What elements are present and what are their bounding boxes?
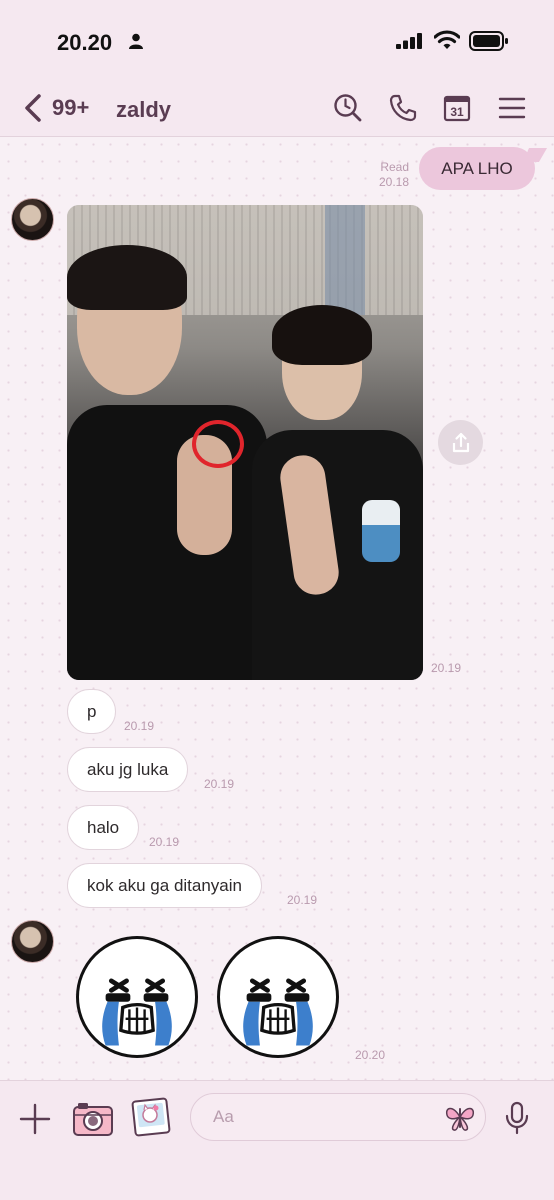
contact-avatar[interactable] — [11, 920, 54, 963]
chat-title[interactable]: zaldy — [116, 97, 171, 123]
gallery-icon[interactable] — [131, 1097, 171, 1137]
incoming-message-bubble[interactable]: p — [67, 689, 117, 734]
crying-sticker[interactable] — [217, 936, 339, 1058]
composer-bar — [0, 1080, 554, 1200]
message-text: APA LHO — [441, 158, 513, 178]
crying-face-icon — [243, 978, 313, 1046]
photo-red-circle-annotation — [192, 420, 244, 468]
message-input[interactable] — [190, 1093, 486, 1141]
chat-header: 99+ zaldy 31 — [0, 80, 554, 137]
status-time: 20.20 — [57, 30, 113, 55]
photo-person-left — [67, 245, 267, 680]
microphone-icon[interactable] — [504, 1101, 530, 1135]
plus-icon[interactable] — [19, 1103, 51, 1135]
message-time: 20.19 — [287, 893, 318, 907]
contact-avatar[interactable] — [11, 198, 54, 241]
message-time: 20.19 — [204, 777, 235, 791]
message-text: halo — [87, 817, 120, 837]
menu-icon[interactable] — [497, 93, 527, 123]
message-time: 20.18 — [378, 175, 409, 189]
emoji-icon[interactable] — [443, 1101, 477, 1133]
back-button[interactable]: 99+ — [22, 90, 89, 126]
share-button[interactable] — [438, 420, 483, 465]
message-time: 20.19 — [149, 835, 180, 849]
unread-count: 99+ — [52, 95, 90, 120]
message-meta-outgoing: Read 20.18 — [379, 160, 409, 190]
calendar-day: 31 — [450, 105, 464, 119]
signal-icon — [396, 33, 422, 49]
crying-face-icon — [102, 978, 172, 1046]
status-bar: 20.20 — [0, 0, 554, 80]
message-text: aku jg luka — [87, 759, 169, 779]
calendar-icon[interactable]: 31 — [442, 93, 472, 123]
phone-icon[interactable] — [388, 93, 418, 123]
photo-message[interactable] — [67, 205, 423, 680]
incoming-message-bubble[interactable]: kok aku ga ditanyain — [67, 863, 262, 908]
message-text: p — [87, 701, 97, 721]
incoming-message-bubble[interactable]: halo — [67, 805, 140, 850]
message-time: 20.20 — [355, 1048, 386, 1062]
wifi-icon — [434, 30, 460, 49]
photo-water-bottle — [362, 500, 400, 562]
photo-panel — [325, 205, 365, 315]
battery-icon — [469, 31, 508, 51]
chevron-left-icon — [25, 94, 41, 122]
crying-sticker[interactable] — [76, 936, 198, 1058]
outgoing-message-bubble[interactable]: APA LHO — [419, 147, 535, 190]
incoming-message-bubble[interactable]: aku jg luka — [67, 747, 189, 792]
share-icon — [452, 432, 469, 452]
search-icon[interactable] — [333, 93, 363, 123]
read-receipt: Read — [380, 160, 409, 174]
photo-person-right — [252, 305, 423, 680]
message-time: 20.19 — [431, 661, 462, 675]
message-text: kok aku ga ditanyain — [87, 875, 242, 895]
camera-icon[interactable] — [72, 1101, 114, 1137]
person-icon — [129, 33, 143, 49]
message-time: 20.19 — [124, 719, 155, 733]
